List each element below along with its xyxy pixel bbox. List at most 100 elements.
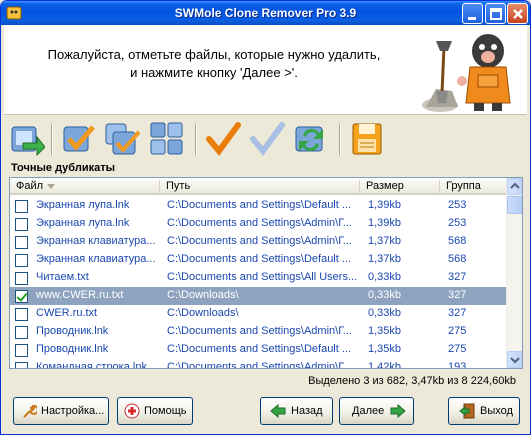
- row-file-name: Командная строка.lnk: [36, 361, 147, 369]
- row-checkbox[interactable]: [15, 362, 28, 368]
- row-checkbox[interactable]: [15, 326, 28, 339]
- refresh-icon[interactable]: [293, 121, 329, 157]
- toolbar-separator: [339, 123, 341, 155]
- row-size: 1,39kb: [368, 199, 402, 211]
- row-path: C:\Documents and Settings\Admin\Г...: [167, 217, 352, 229]
- scroll-up-arrow-icon: [510, 182, 520, 189]
- column-header-bar: Файл Путь Размер Группа: [10, 178, 507, 195]
- back-label: Назад: [291, 405, 323, 417]
- row-group: 327: [448, 289, 467, 301]
- help-icon: [124, 403, 140, 419]
- column-path[interactable]: Путь: [160, 180, 360, 194]
- row-size: 1,37kb: [368, 253, 402, 265]
- row-group: 327: [448, 307, 467, 319]
- row-group: 253: [448, 199, 467, 211]
- table-row[interactable]: Экранная лупа.lnk C:\Documents and Settin…: [10, 215, 507, 233]
- row-checkbox[interactable]: [15, 254, 28, 267]
- row-group: 193: [448, 361, 467, 369]
- close-button[interactable]: [507, 3, 528, 24]
- row-size: 1,39kb: [368, 217, 402, 229]
- window-title: SWMole Clone Remover Pro 3.9: [174, 6, 357, 20]
- row-checkbox[interactable]: [15, 308, 28, 321]
- section-title: Точные дубликаты: [11, 162, 115, 174]
- row-path: C:\Documents and Settings\Default ...: [167, 199, 352, 211]
- table-row[interactable]: Проводник.lnk C:\Documents and Settings\D…: [10, 341, 507, 359]
- toolbar: [4, 115, 527, 161]
- row-path: C:\Downloads\: [167, 289, 239, 301]
- next-label: Далее: [352, 405, 385, 417]
- row-checkbox[interactable]: [15, 236, 28, 249]
- column-file-label: Файл: [16, 180, 44, 192]
- maximize-button[interactable]: [485, 3, 506, 24]
- list-rows: Экранная лупа.lnk C:\Documents and Settin…: [10, 197, 507, 369]
- row-checkbox[interactable]: [15, 344, 28, 357]
- scroll-down-button[interactable]: [507, 351, 522, 368]
- column-size[interactable]: Размер: [360, 180, 440, 194]
- row-file-name: Читаем.txt: [36, 271, 89, 283]
- title-bar[interactable]: SWMole Clone Remover Pro 3.9: [1, 1, 530, 25]
- instruction-line-1: Пожалуйста, отметьте файлы, которые нужн…: [47, 47, 381, 62]
- row-checkbox[interactable]: [15, 272, 28, 285]
- row-checkbox[interactable]: [15, 290, 28, 303]
- minimize-button[interactable]: [462, 3, 483, 24]
- table-row[interactable]: Командная строка.lnk C:\Documents and Set…: [10, 359, 507, 369]
- row-path: C:\Documents and Settings\Default ...: [167, 343, 352, 355]
- vertical-scrollbar[interactable]: [506, 178, 522, 368]
- save-icon[interactable]: [349, 121, 385, 157]
- close-icon: [513, 9, 523, 19]
- row-path: C:\Documents and Settings\Admin\Г...: [167, 235, 352, 247]
- row-checkbox[interactable]: [15, 218, 28, 231]
- checkmark-orange-icon[interactable]: [205, 121, 241, 157]
- export-icon[interactable]: [9, 121, 45, 157]
- row-file-name: Проводник.lnk: [36, 325, 109, 337]
- back-button[interactable]: Назад: [260, 397, 333, 425]
- table-row[interactable]: CWER.ru.txt C:\Downloads\ 0,33kb 327: [10, 305, 507, 323]
- row-path: C:\Downloads\: [167, 307, 239, 319]
- toolbar-separator: [51, 123, 53, 155]
- table-row[interactable]: Экранная лупа.lnk C:\Documents and Settin…: [10, 197, 507, 215]
- toolbar-separator: [195, 123, 197, 155]
- help-button[interactable]: Помощь: [117, 397, 193, 425]
- row-file-name: www.CWER.ru.txt: [36, 289, 124, 301]
- row-file-name: Экранная лупа.lnk: [36, 199, 130, 211]
- group-icon[interactable]: [149, 121, 185, 157]
- column-group[interactable]: Группа: [440, 180, 507, 194]
- row-group: 568: [448, 235, 467, 247]
- checkmark-blue-icon[interactable]: [249, 121, 285, 157]
- column-file[interactable]: Файл: [10, 180, 160, 194]
- wrench-icon: [23, 404, 37, 418]
- table-row[interactable]: www.CWER.ru.txt C:\Downloads\ 0,33kb 327: [10, 287, 507, 305]
- sort-arrow-icon: [47, 183, 56, 189]
- row-group: 327: [448, 271, 467, 283]
- table-row[interactable]: Читаем.txt C:\Documents and Settings\All …: [10, 269, 507, 287]
- row-checkbox[interactable]: [15, 200, 28, 213]
- instruction-line-2: и нажмите кнопку 'Далее >'.: [130, 65, 298, 80]
- exit-button[interactable]: Выход: [448, 397, 520, 425]
- row-path: C:\Documents and Settings\Admin\Г...: [167, 325, 352, 337]
- instruction-header: Пожалуйста, отметьте файлы, которые нужн…: [4, 25, 527, 115]
- check-all-icon[interactable]: [61, 121, 97, 157]
- row-size: 0,33kb: [368, 271, 402, 283]
- exit-door-icon: [459, 403, 475, 419]
- row-group: 253: [448, 217, 467, 229]
- next-button[interactable]: Далее: [339, 397, 414, 425]
- row-file-name: Экранная лупа.lnk: [36, 217, 130, 229]
- row-file-name: CWER.ru.txt: [36, 307, 98, 319]
- column-group-label: Группа: [446, 180, 481, 192]
- check-copies-icon[interactable]: [105, 121, 141, 157]
- row-size: 1,42kb: [368, 361, 402, 369]
- table-row[interactable]: Экранная клавиатура... C:\Documents and S…: [10, 251, 507, 269]
- scroll-up-button[interactable]: [507, 178, 522, 195]
- table-row[interactable]: Проводник.lnk C:\Documents and Settings\A…: [10, 323, 507, 341]
- app-window: SWMole Clone Remover Pro 3.9 Пожалуйста,…: [0, 0, 531, 435]
- row-path: C:\Documents and Settings\Admin\Г...: [167, 361, 352, 369]
- column-size-label: Размер: [366, 180, 404, 192]
- table-row[interactable]: Экранная клавиатура... C:\Documents and S…: [10, 233, 507, 251]
- row-size: 0,33kb: [368, 289, 402, 301]
- scroll-thumb[interactable]: [507, 196, 522, 214]
- settings-button[interactable]: Настройка...: [13, 397, 109, 425]
- row-file-name: Экранная клавиатура...: [36, 235, 156, 247]
- row-group: 275: [448, 325, 467, 337]
- scroll-down-arrow-icon: [510, 357, 520, 364]
- duplicates-list[interactable]: Файл Путь Размер Группа Экранная лупа.ln…: [9, 177, 523, 369]
